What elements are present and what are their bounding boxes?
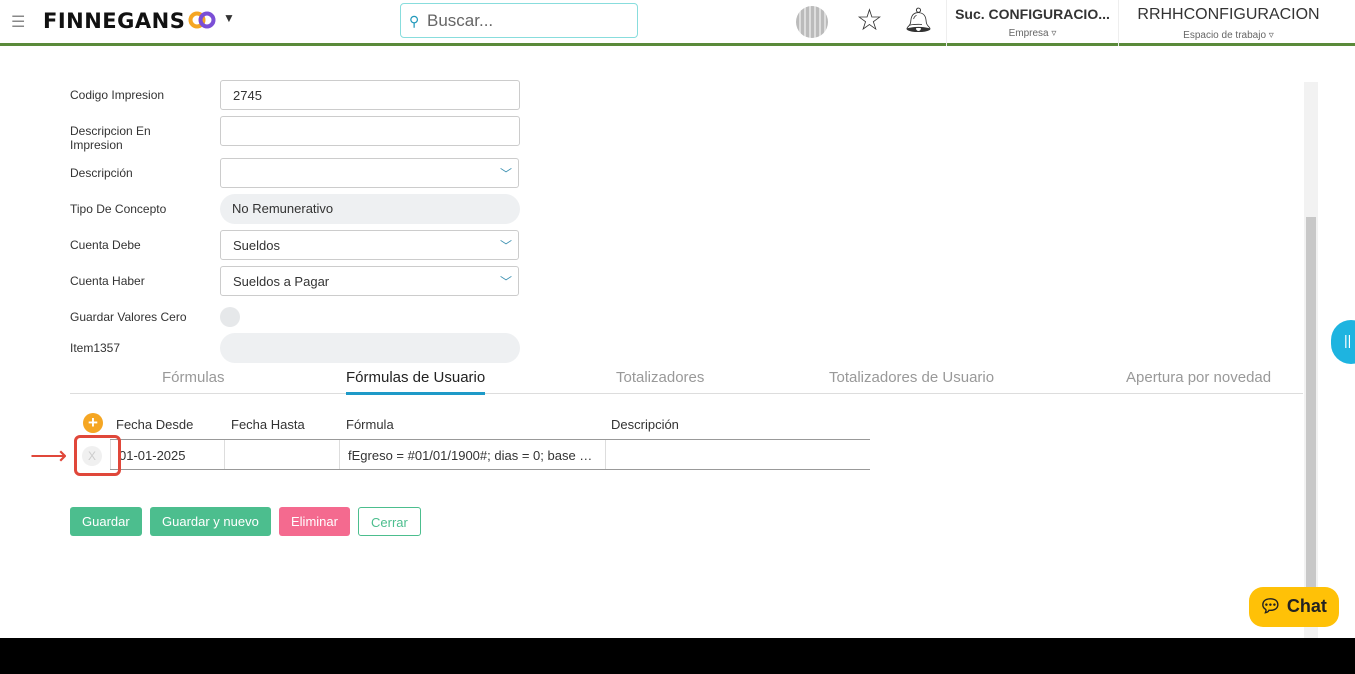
chevron-down-icon: ﹀ [499, 275, 512, 289]
highlight-box [74, 435, 121, 476]
annotation-arrow-icon: ⟶ [30, 440, 68, 470]
codigo-impresion-input[interactable]: 2745 [220, 80, 520, 110]
chat-bubble-icon: 💬︎ [1259, 596, 1282, 616]
guardar-button[interactable]: Guardar [70, 507, 142, 536]
cell-formula[interactable]: fEgreso = #01/01/1900#; dias = 0; base … [340, 440, 606, 470]
tab-totalizadores[interactable]: Totalizadores [616, 369, 704, 392]
tab-formulas-usuario[interactable]: Fórmulas de Usuario [346, 369, 486, 395]
tab-totalizadores-usuario[interactable]: Totalizadores de Usuario [829, 369, 994, 392]
scrollbar-thumb[interactable] [1306, 217, 1316, 617]
star-icon[interactable]: ☆ [856, 3, 883, 38]
eliminar-button[interactable]: Eliminar [279, 507, 350, 536]
top-bar: ☰ FINNEGANS ▼ ⚲ Buscar... ☆ 🔔︎ Suc. CONFI… [0, 0, 1355, 46]
add-row-button[interactable]: + [83, 413, 103, 433]
workspace-selector[interactable]: RRHHCONFIGURACION Espacio de trabajo ▿ [1118, 0, 1338, 46]
guardar-valores-cero-checkbox[interactable] [220, 307, 240, 327]
bell-icon[interactable]: 🔔︎ [903, 6, 933, 35]
scrollbar[interactable] [1304, 82, 1318, 638]
cuenta-debe-select[interactable]: Sueldos ﹀ [220, 230, 519, 260]
tipo-concepto-field: No Remunerativo [220, 194, 520, 224]
search-input[interactable]: ⚲ Buscar... [400, 3, 638, 38]
tab-bar: Fórmulas Fórmulas de Usuario Totalizador… [70, 364, 1303, 395]
brand-logo[interactable]: FINNEGANS [43, 9, 185, 33]
tab-formulas[interactable]: Fórmulas [162, 369, 225, 392]
company-selector[interactable]: Suc. CONFIGURACIO... Empresa ▿ [946, 0, 1118, 46]
descripcion-impresion-input[interactable] [220, 116, 520, 146]
cuenta-haber-select[interactable]: Sueldos a Pagar ﹀ [220, 266, 519, 296]
chevron-down-icon: ﹀ [499, 239, 512, 253]
menu-icon[interactable]: ☰ [11, 12, 25, 32]
cell-fecha-desde[interactable]: 01-01-2025 [110, 440, 225, 470]
tab-apertura-novedad[interactable]: Apertura por novedad [1126, 369, 1271, 392]
cell-fecha-hasta[interactable] [225, 440, 340, 470]
descripcion-select[interactable]: ﹀ [220, 158, 519, 188]
logo-co-icon [188, 11, 216, 29]
cell-descripcion[interactable] [606, 440, 870, 470]
assistant-icon[interactable] [796, 6, 828, 38]
page: ☰ FINNEGANS ▼ ⚲ Buscar... ☆ 🔔︎ Suc. CONFI… [0, 0, 1355, 638]
side-panel-toggle[interactable]: || [1331, 320, 1355, 364]
item1357-field[interactable] [220, 333, 520, 363]
guardar-y-nuevo-button[interactable]: Guardar y nuevo [150, 507, 271, 536]
chevron-down-icon: ﹀ [499, 167, 512, 181]
chat-button[interactable]: 💬︎ Chat [1249, 587, 1339, 627]
search-icon: ⚲ [409, 13, 420, 29]
brand-dropdown-icon[interactable]: ▼ [223, 11, 235, 25]
cerrar-button[interactable]: Cerrar [358, 507, 421, 536]
